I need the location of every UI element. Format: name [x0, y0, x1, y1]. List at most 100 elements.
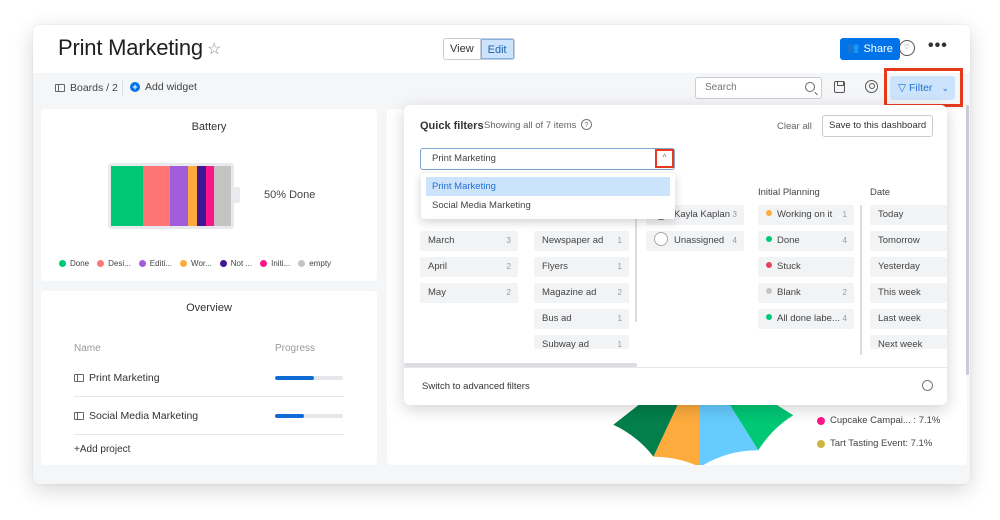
board-icon	[55, 84, 65, 92]
add-project-link[interactable]: +Add project	[74, 444, 130, 455]
feedback-icon[interactable]	[922, 380, 933, 391]
filter-chip-label: Flyers	[542, 261, 568, 272]
filter-chip[interactable]: Yesterday	[870, 257, 947, 277]
filter-chip-label: Newspaper ad	[542, 235, 604, 246]
filter-chip[interactable]: Bus ad 1	[534, 309, 629, 329]
filter-chip[interactable]: Magazine ad 2	[534, 283, 629, 303]
overview-widget: Overview Name Progress Print Marketing So…	[41, 291, 377, 465]
battery-legend-item: Initi...	[260, 259, 290, 268]
filter-chip[interactable]: This week	[870, 283, 947, 303]
battery-segment	[205, 166, 215, 226]
filter-chip[interactable]: Unassigned 4	[646, 231, 744, 251]
filter-chip-label: All done labe...	[777, 313, 840, 324]
progress-bar	[275, 376, 343, 380]
legend-label: Cupcake Campai... : 7.1%	[830, 415, 941, 426]
board-select[interactable]: Print Marketing	[420, 148, 675, 170]
save-to-dashboard-button[interactable]: Save to this dashboard	[822, 115, 934, 137]
quick-filters-panel: Quick filters Showing all of 7 items ? C…	[404, 105, 947, 405]
filter-chip-label: Magazine ad	[542, 287, 597, 298]
legend-label: Initi...	[271, 259, 291, 268]
overview-row[interactable]: Print Marketing	[74, 359, 344, 397]
project-name: Social Media Marketing	[74, 410, 198, 422]
filter-chip-count: 1	[617, 314, 622, 323]
filter-chip-count: 2	[506, 262, 511, 271]
battery-bar	[108, 163, 234, 229]
dashboard-header: Print Marketing ☆ View Edit 👥 Share ♡ ••…	[33, 25, 970, 73]
star-icon[interactable]: ☆	[207, 39, 221, 59]
status-dot	[766, 288, 772, 294]
dropdown-option-print-marketing[interactable]: Print Marketing	[426, 177, 670, 196]
filter-chip-label: Today	[878, 209, 904, 220]
project-name: Print Marketing	[74, 372, 160, 384]
column-scrollbar[interactable]	[635, 205, 637, 322]
clear-all-button[interactable]: Clear all	[777, 121, 812, 132]
share-button[interactable]: 👥 Share	[840, 38, 900, 60]
person-filter-icon[interactable]	[865, 80, 878, 93]
filter-chip[interactable]: May 2	[420, 283, 518, 303]
filter-chip[interactable]: Newspaper ad 1	[534, 231, 629, 251]
filter-chip-count: 1	[842, 210, 847, 219]
search-placeholder: Search	[705, 82, 737, 93]
battery-title: Battery	[191, 121, 227, 133]
status-dot	[766, 262, 772, 268]
more-options-icon[interactable]: •••	[928, 37, 948, 55]
filter-chip[interactable]: Blank 2	[758, 283, 854, 303]
dropdown-option-social-media-marketing[interactable]: Social Media Marketing	[426, 196, 670, 215]
filter-chip[interactable]: Flyers 1	[534, 257, 629, 277]
overview-row[interactable]: Social Media Marketing	[74, 397, 344, 435]
filter-chip-label: Kayla Kaplan	[674, 209, 730, 220]
search-input[interactable]: Search	[695, 77, 822, 99]
filter-chip[interactable]: All done labe... 4	[758, 309, 854, 329]
filter-chip[interactable]: April 2	[420, 257, 518, 277]
filter-chip[interactable]: Today	[870, 205, 947, 225]
legend-dot	[138, 260, 146, 267]
legend-dot	[59, 260, 66, 267]
battery-segment	[197, 166, 206, 226]
view-button[interactable]: View	[444, 39, 481, 59]
filter-chip-label: Tomorrow	[878, 235, 920, 246]
battery-segment	[143, 166, 170, 226]
progress-fill	[275, 414, 305, 418]
add-widget-button[interactable]: + Add widget	[130, 81, 197, 93]
filter-chip-label: Stuck	[777, 261, 801, 272]
filter-chip-count: 3	[732, 210, 737, 219]
filter-chip[interactable]: Last week	[870, 309, 947, 329]
filter-chip-count: 1	[617, 262, 622, 271]
project-name-label: Social Media Marketing	[89, 410, 199, 422]
project-name-label: Print Marketing	[89, 372, 160, 384]
pie-legend-item: Cupcake Campai... : 7.1%	[817, 415, 940, 426]
filter-chip[interactable]: Stuck	[758, 257, 854, 277]
status-dot	[766, 314, 772, 320]
progress-column-header: Progress	[275, 343, 316, 354]
app-window: Print Marketing ☆ View Edit 👥 Share ♡ ••…	[33, 25, 970, 484]
page-title: Print Marketing	[58, 35, 203, 60]
name-column-header: Name	[74, 343, 101, 354]
filter-chip[interactable]: Done 4	[758, 231, 854, 251]
filter-chip[interactable]: Working on it 1	[758, 205, 854, 225]
battery-segment	[111, 166, 144, 226]
help-icon[interactable]: ?	[581, 119, 592, 130]
board-icon	[74, 374, 84, 382]
progress-fill	[275, 376, 315, 380]
status-dot	[766, 236, 772, 242]
filter-column-header: Initial Planning	[758, 187, 820, 198]
filter-chip[interactable]: March 3	[420, 231, 518, 251]
advanced-filters-link[interactable]: Switch to advanced filters	[422, 381, 530, 392]
filter-chip-count: 2	[842, 288, 847, 297]
save-icon[interactable]	[834, 81, 845, 93]
vertical-scrollbar[interactable]	[966, 105, 969, 375]
chevron-up-icon[interactable]: ^	[655, 149, 674, 168]
battery-legend-item: Wor...	[180, 259, 212, 268]
feedback-heart-icon[interactable]: ♡	[899, 40, 915, 56]
legend-label: Editi...	[149, 259, 173, 268]
battery-nub	[234, 187, 240, 203]
edit-button[interactable]: Edit	[480, 39, 514, 59]
filter-chip-label: Next week	[878, 339, 923, 349]
column-scrollbar[interactable]	[860, 205, 862, 355]
legend-dot	[817, 439, 825, 448]
battery-legend-item: Editi...	[138, 259, 173, 268]
filter-chip[interactable]: Next week	[870, 335, 947, 349]
filter-chip[interactable]: Subway ad 1	[534, 335, 629, 349]
filter-chip[interactable]: Tomorrow	[870, 231, 947, 251]
boards-button[interactable]: Boards / 2	[55, 82, 118, 94]
